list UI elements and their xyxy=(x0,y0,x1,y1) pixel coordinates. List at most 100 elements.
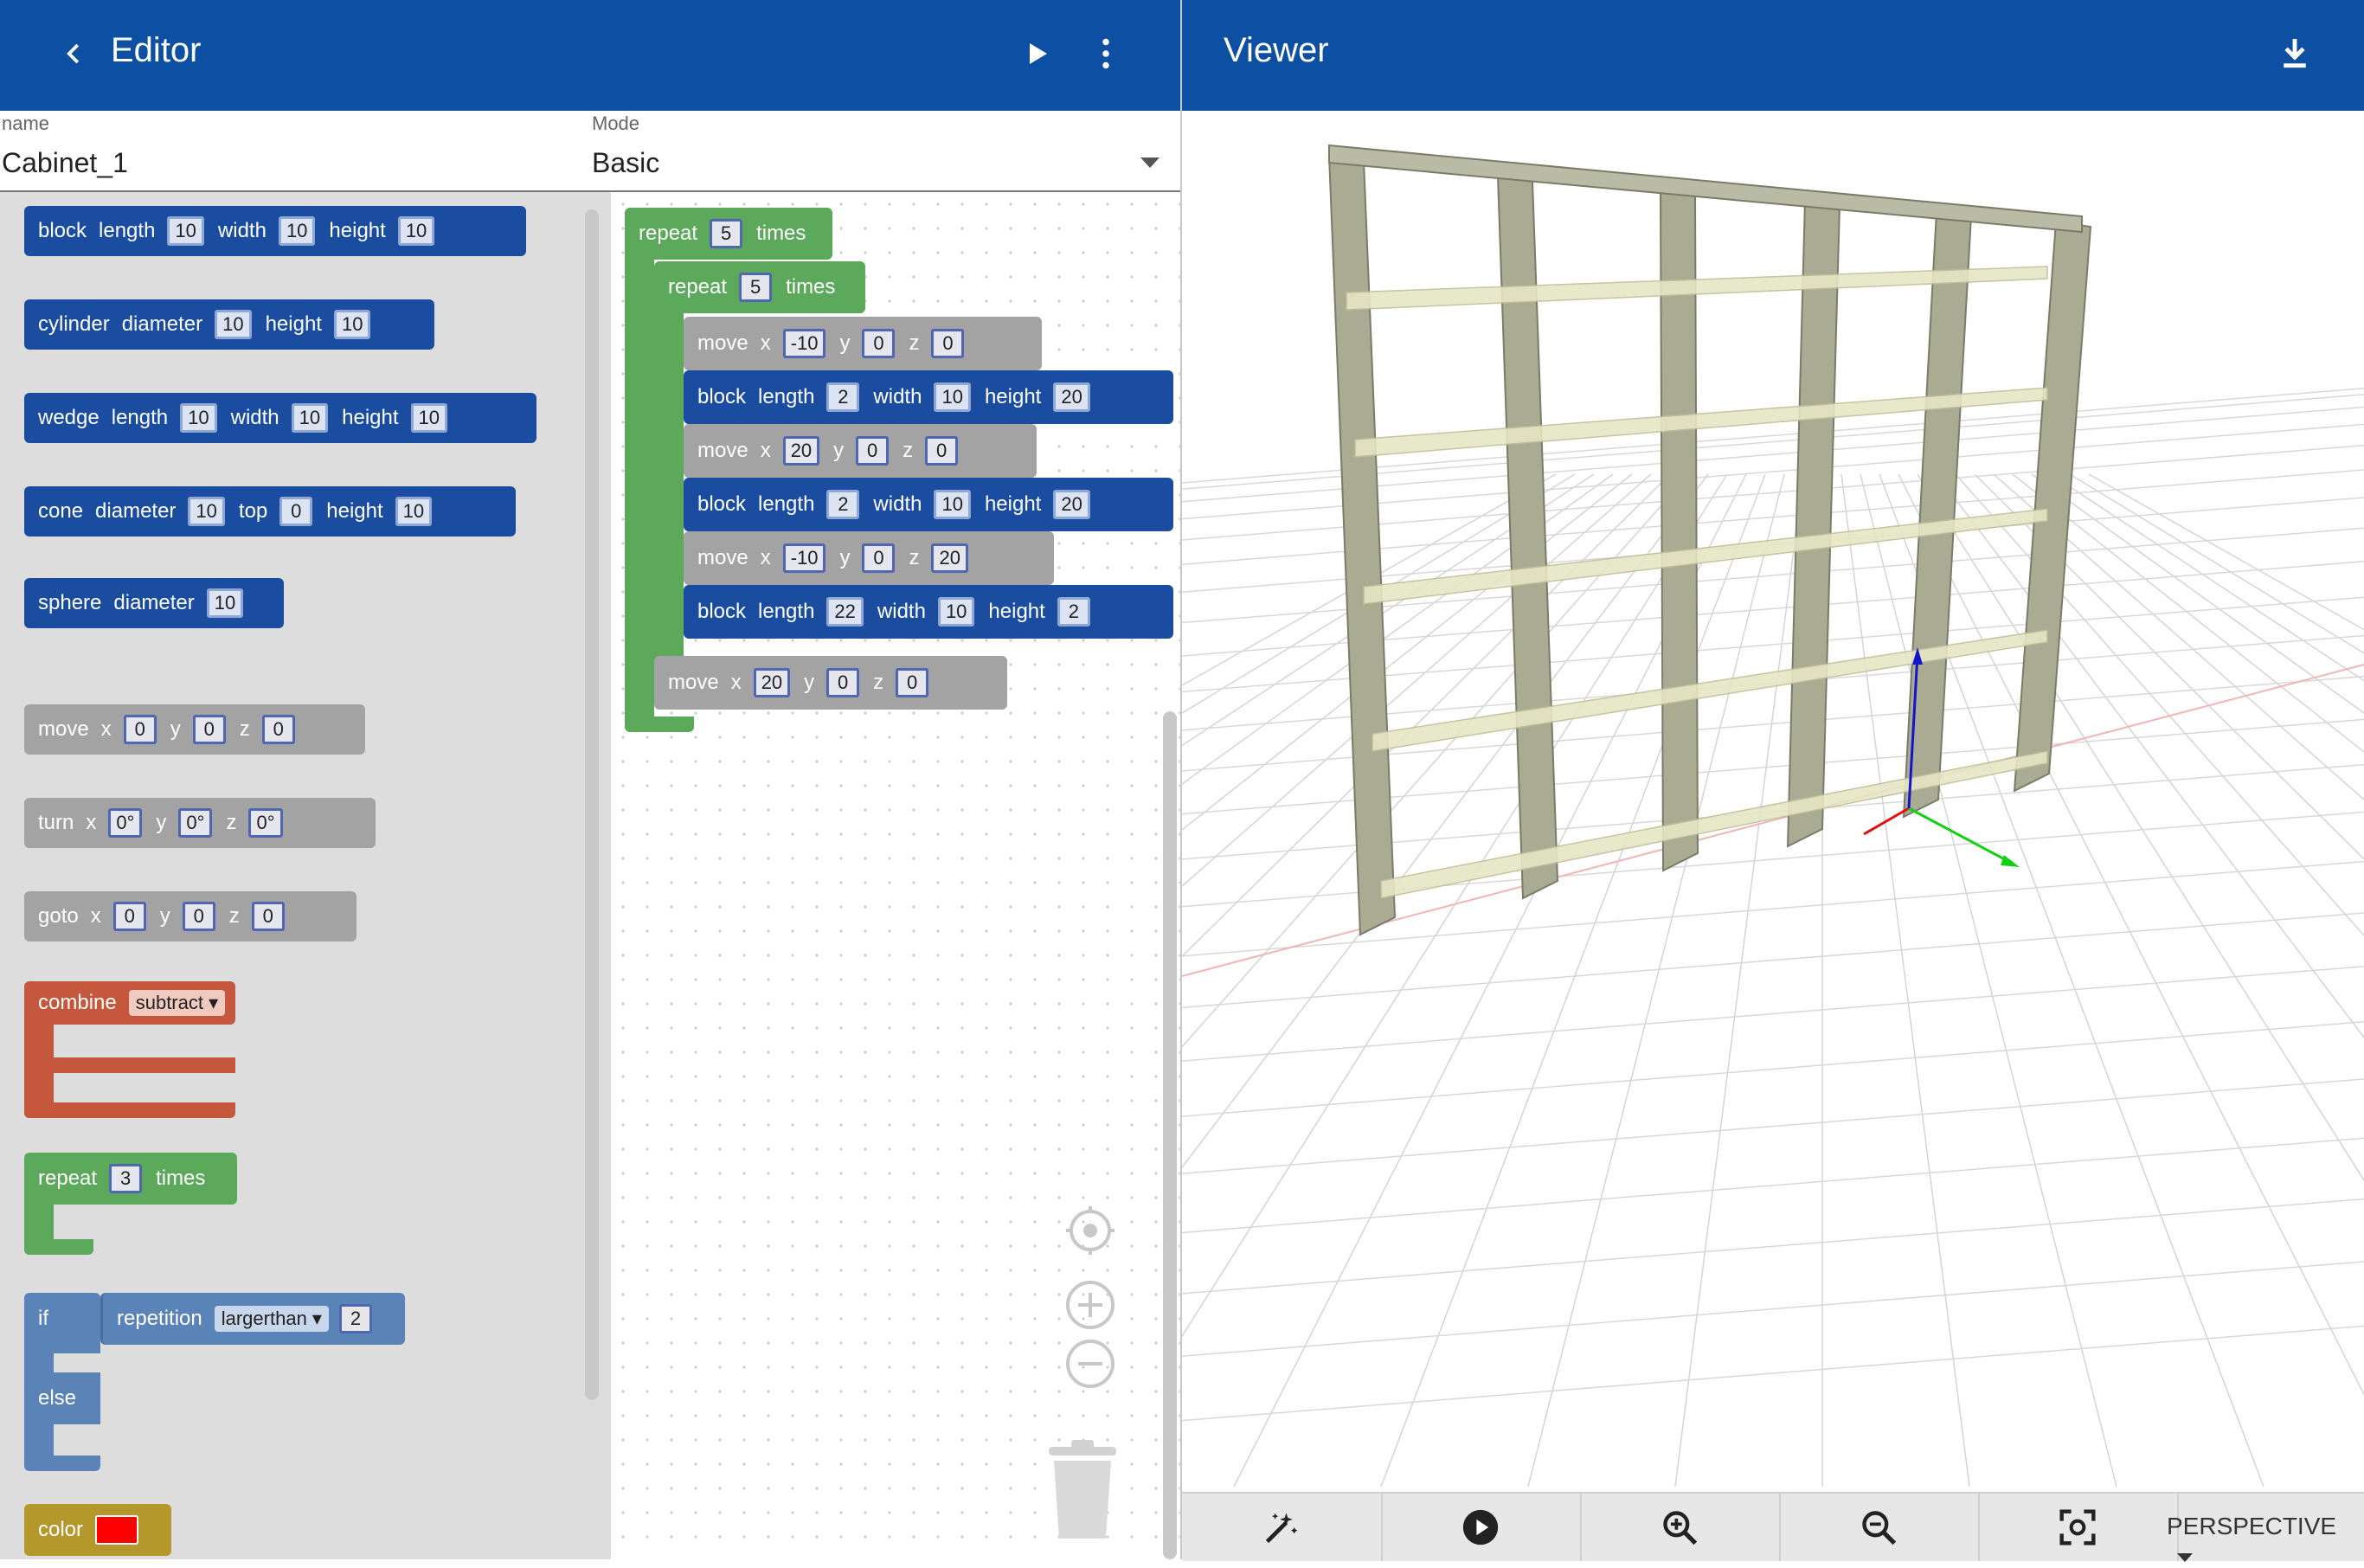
z-value[interactable]: 0 xyxy=(925,436,959,466)
height-value[interactable]: 2 xyxy=(1057,597,1090,627)
color-swatch[interactable] xyxy=(95,1515,139,1545)
download-icon[interactable] xyxy=(2269,28,2321,80)
if-condition[interactable]: repetition largerthan ▾ 2 xyxy=(100,1293,405,1345)
width-label: width xyxy=(873,492,922,516)
z-value[interactable]: 0 xyxy=(931,329,965,358)
length-value[interactable]: 22 xyxy=(826,597,864,627)
x-value[interactable]: 0 xyxy=(112,902,146,931)
block-block-2[interactable]: block length 2 width 10 height 20 xyxy=(684,478,1173,531)
y-value[interactable]: 0° xyxy=(178,808,213,838)
y-value[interactable]: 0 xyxy=(862,543,896,573)
viewer-3d-canvas[interactable] xyxy=(1182,111,2364,1487)
toolbox-cone-block[interactable]: cone diameter 10 top 0 height 10 xyxy=(24,486,516,537)
cabinet-3d-model xyxy=(1182,144,2364,1487)
combine-operation-value: subtract xyxy=(135,992,203,1013)
width-value[interactable]: 10 xyxy=(291,403,329,433)
chevron-left-icon[interactable] xyxy=(48,28,100,80)
toolbox-block-block[interactable]: block length 10 width 10 height 10 xyxy=(24,206,526,256)
z-value[interactable]: 20 xyxy=(931,543,968,573)
move-block-3[interactable]: move x -10 y 0 z 20 xyxy=(684,531,1054,585)
combine-operation-dropdown[interactable]: subtract ▾ xyxy=(128,990,226,1016)
x-value[interactable]: -10 xyxy=(782,329,826,358)
x-value[interactable]: 20 xyxy=(753,668,791,697)
width-value[interactable]: 10 xyxy=(934,382,971,412)
length-value[interactable]: 2 xyxy=(826,490,860,519)
block-block-3[interactable]: block length 22 width 10 height 2 xyxy=(684,585,1173,639)
diameter-value[interactable]: 10 xyxy=(206,588,244,618)
toolbox-combine-block[interactable]: combine subtract ▾ xyxy=(24,981,235,1118)
move-block-4[interactable]: move x 20 y 0 z 0 xyxy=(654,656,1007,710)
diameter-value[interactable]: 10 xyxy=(188,497,225,526)
repeat-count[interactable]: 5 xyxy=(739,273,773,302)
y-value[interactable]: 0 xyxy=(826,668,860,697)
width-value[interactable]: 10 xyxy=(278,216,316,246)
z-value[interactable]: 0 xyxy=(261,715,295,744)
y-value[interactable]: 0 xyxy=(192,715,226,744)
trash-icon[interactable] xyxy=(1044,1438,1121,1542)
diameter-label: diameter xyxy=(95,499,177,523)
length-value[interactable]: 10 xyxy=(167,216,204,246)
toolbox-color-block[interactable]: color xyxy=(24,1504,171,1556)
height-value[interactable]: 20 xyxy=(1053,490,1090,519)
height-value[interactable]: 20 xyxy=(1053,382,1090,412)
height-value[interactable]: 10 xyxy=(395,497,433,526)
x-label: x xyxy=(760,546,771,569)
x-value[interactable]: 0° xyxy=(108,808,143,838)
name-input[interactable]: Cabinet_1 xyxy=(2,147,128,179)
toolbox-move-block[interactable]: move x 0 y 0 z 0 xyxy=(24,704,365,755)
focus-icon[interactable] xyxy=(1978,1494,2179,1561)
toolbox-if-block[interactable]: if repetition largerthan ▾ 2 else xyxy=(24,1293,405,1471)
block-block-1[interactable]: block length 2 width 10 height 20 xyxy=(684,370,1173,424)
repeat-count[interactable]: 5 xyxy=(710,219,743,248)
toolbox-repeat-block[interactable]: repeat 3 times xyxy=(24,1153,237,1255)
zoom-in-icon[interactable] xyxy=(1580,1494,1781,1561)
width-value[interactable]: 10 xyxy=(937,597,975,627)
diameter-value[interactable]: 10 xyxy=(215,310,252,339)
toolbox-cylinder-block[interactable]: cylinder diameter 10 height 10 xyxy=(24,299,434,350)
toolbox-sphere-block[interactable]: sphere diameter 10 xyxy=(24,578,284,628)
height-value[interactable]: 10 xyxy=(397,216,435,246)
z-label: z xyxy=(228,904,240,928)
toolbox-wedge-block[interactable]: wedge length 10 width 10 height 10 xyxy=(24,393,536,443)
y-value[interactable]: 0 xyxy=(856,436,890,466)
width-value[interactable]: 10 xyxy=(934,490,971,519)
length-value[interactable]: 10 xyxy=(180,403,217,433)
x-value[interactable]: -10 xyxy=(782,543,826,573)
x-value[interactable]: 0 xyxy=(123,715,157,744)
zoom-in-icon[interactable] xyxy=(1064,1279,1116,1331)
diameter-label: diameter xyxy=(113,591,195,614)
magic-wand-icon[interactable] xyxy=(1182,1494,1383,1561)
y-value[interactable]: 0 xyxy=(862,329,896,358)
play-circle-icon[interactable] xyxy=(1381,1494,1582,1561)
play-icon[interactable] xyxy=(1011,28,1063,80)
z-value[interactable]: 0 xyxy=(251,902,285,931)
zoom-out-icon[interactable] xyxy=(1779,1494,1980,1561)
top-value[interactable]: 0 xyxy=(279,497,313,526)
mode-select[interactable]: Basic xyxy=(592,147,1172,179)
toolbox-turn-block[interactable]: turn x 0° y 0° z 0° xyxy=(24,798,376,848)
height-value[interactable]: 10 xyxy=(410,403,447,433)
workspace-canvas[interactable]: repeat 5 times repeat 5 times move x -10… xyxy=(611,192,1180,1559)
length-value[interactable]: 2 xyxy=(826,382,860,412)
repeat-count[interactable]: 3 xyxy=(109,1164,143,1193)
comparison-value-slot[interactable]: 2 xyxy=(338,1304,372,1333)
toolbox-scrollbar[interactable] xyxy=(585,209,599,1400)
workspace-scrollbar[interactable] xyxy=(1163,711,1177,1559)
comparison-dropdown[interactable]: largerthan ▾ xyxy=(214,1306,329,1332)
z-value[interactable]: 0 xyxy=(896,668,929,697)
sphere-label: sphere xyxy=(38,591,102,614)
projection-select[interactable]: PERSPECTIVE xyxy=(2167,1513,2364,1568)
x-value[interactable]: 20 xyxy=(782,436,820,466)
combine-divider xyxy=(24,1057,235,1073)
move-block-2[interactable]: move x 20 y 0 z 0 xyxy=(684,424,1037,478)
turn-label: turn xyxy=(38,811,74,834)
recenter-icon[interactable] xyxy=(1064,1205,1116,1256)
length-label: length xyxy=(99,219,156,242)
more-vert-icon[interactable] xyxy=(1080,28,1132,80)
zoom-out-icon[interactable] xyxy=(1064,1338,1116,1390)
y-value[interactable]: 0 xyxy=(182,902,215,931)
z-value[interactable]: 0° xyxy=(248,808,283,838)
move-block-1[interactable]: move x -10 y 0 z 0 xyxy=(684,317,1042,370)
height-value[interactable]: 10 xyxy=(333,310,371,339)
toolbox-goto-block[interactable]: goto x 0 y 0 z 0 xyxy=(24,891,357,941)
